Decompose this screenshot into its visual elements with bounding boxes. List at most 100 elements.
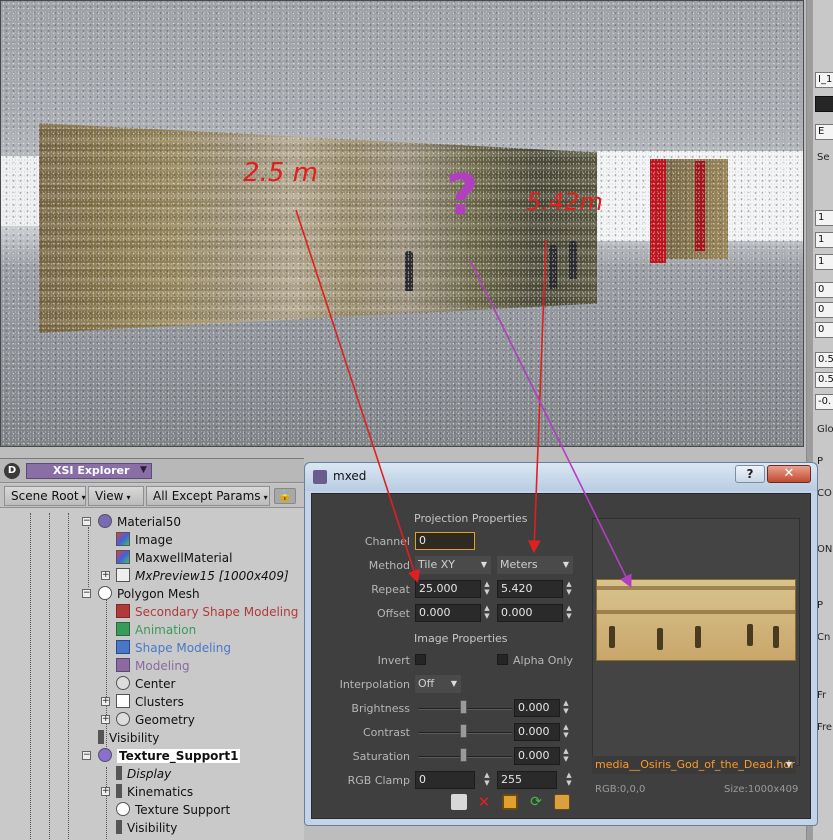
texture-thumbnail xyxy=(596,579,796,661)
offset-x-input[interactable]: 0.000 xyxy=(415,604,481,622)
tree-item-secondary-shape-modeling[interactable]: Secondary Shape Modeling xyxy=(116,603,298,621)
panel-field[interactable]: I_1 xyxy=(815,72,833,88)
tree-item-polygon-mesh[interactable]: Polygon Mesh xyxy=(98,585,200,603)
panel-field[interactable]: 1 xyxy=(815,210,833,226)
chevron-down-icon: ▼ xyxy=(562,560,569,569)
explorer-title-dropdown[interactable]: XSI Explorer xyxy=(26,463,152,479)
tree-item-label: Clusters xyxy=(135,695,184,709)
annotation-right-width: 5.42m xyxy=(526,188,603,216)
panel-field[interactable]: 0.5 xyxy=(815,372,833,388)
tree-item-image[interactable]: Image xyxy=(116,531,173,549)
chevron-down-icon: ▾ xyxy=(81,493,86,502)
texture-file-dropdown[interactable]: media__Osiris_God_of_the_Dead.hdr xyxy=(592,756,796,774)
panel-label: Fre xyxy=(817,722,833,733)
view-button[interactable]: View ▾ xyxy=(88,486,144,506)
panel-field[interactable]: E xyxy=(815,124,833,140)
tree-item-visibility-2[interactable]: Visibility xyxy=(116,819,177,837)
close-icon[interactable]: ✕ xyxy=(476,794,492,810)
folder-icon[interactable] xyxy=(451,794,467,810)
tree-item-center[interactable]: Center xyxy=(116,675,175,693)
dialog-titlebar[interactable]: mxed ? ✕ xyxy=(305,463,817,491)
tree-item-modeling[interactable]: Modeling xyxy=(116,657,190,675)
tree-item-label: Animation xyxy=(135,623,197,637)
chevron-down-icon[interactable]: ▼ xyxy=(140,465,147,475)
tree-item-texture-support1[interactable]: Texture_Support1 xyxy=(98,747,241,765)
help-button[interactable]: ? xyxy=(735,465,765,483)
panel-field[interactable]: 0.5 xyxy=(815,352,833,368)
panel-field[interactable]: 1 xyxy=(815,232,833,248)
filter-button[interactable]: All Except Params ▾ xyxy=(146,486,270,506)
brightness-slider-thumb[interactable] xyxy=(460,700,467,714)
collapse-toggle[interactable]: − xyxy=(82,517,91,526)
tree-item-animation[interactable]: Animation xyxy=(116,621,196,639)
lock-icon[interactable]: 🔒 xyxy=(274,488,296,504)
tree-item-kinematics[interactable]: Kinematics xyxy=(116,783,193,801)
panel-label: Cn xyxy=(817,632,831,643)
brightness-spinner[interactable]: ▲ ▼ xyxy=(561,699,571,717)
interpolation-dropdown[interactable]: Off ▼ xyxy=(415,675,461,693)
tree-item-geometry[interactable]: Geometry xyxy=(116,711,195,729)
panel-field[interactable]: 0 xyxy=(815,282,833,298)
saturation-slider-thumb[interactable] xyxy=(460,748,467,762)
contrast-input[interactable]: 0.000 xyxy=(514,723,560,741)
annotation-left-width: 2.5 m xyxy=(243,158,318,188)
channel-input[interactable]: 0 xyxy=(415,532,475,550)
close-button[interactable]: ✕ xyxy=(767,465,811,483)
method-dropdown[interactable]: Tile XY ▼ xyxy=(415,556,491,574)
tree-item-display[interactable]: Display xyxy=(116,765,171,783)
tree-item-label: Shape Modeling xyxy=(135,641,231,655)
copy-icon[interactable] xyxy=(554,794,570,810)
panel-field[interactable]: 1 xyxy=(815,254,833,270)
chevron-down-icon[interactable]: ▼ xyxy=(782,756,796,774)
render-viewport[interactable] xyxy=(0,0,804,447)
tree-item-visibility[interactable]: Visibility xyxy=(98,729,159,747)
tree-guide xyxy=(106,767,107,840)
panel-field[interactable]: 0 xyxy=(815,322,833,338)
tree-item-shape-modeling[interactable]: Shape Modeling xyxy=(116,639,231,657)
expand-toggle[interactable]: + xyxy=(101,787,110,796)
tree-item-texture-support[interactable]: Texture Support xyxy=(116,801,230,819)
rgb-clamp-max-input[interactable]: 255 xyxy=(497,771,557,789)
tree-item-label-selected: Texture_Support1 xyxy=(117,749,241,763)
scene-root-button[interactable]: Scene Root ▾ xyxy=(4,486,86,506)
repeat-y-input[interactable]: 5.420 xyxy=(497,580,563,598)
saturation-input[interactable]: 0.000 xyxy=(514,747,560,765)
property-icon xyxy=(98,730,104,744)
rgb-clamp-min-spinner[interactable]: ▲ ▼ xyxy=(482,771,492,789)
fit-frame-icon[interactable] xyxy=(502,794,518,810)
tree-item-label: Visibility xyxy=(127,821,178,835)
repeat-y-spinner[interactable]: ▲ ▼ xyxy=(564,580,574,598)
tree-item-maxwell-material[interactable]: MaxwellMaterial xyxy=(116,549,232,567)
panel-field[interactable]: 0 xyxy=(815,302,833,318)
alpha-only-checkbox[interactable] xyxy=(497,654,508,665)
tree-item-clusters[interactable]: Clusters xyxy=(116,693,184,711)
saturation-spinner[interactable]: ▲ ▼ xyxy=(561,747,571,765)
collapse-toggle[interactable]: − xyxy=(82,751,91,760)
repeat-x-input[interactable]: 25.000 xyxy=(415,580,481,598)
rgb-clamp-min-input[interactable]: 0 xyxy=(415,771,475,789)
offset-y-spinner[interactable]: ▲ ▼ xyxy=(564,604,574,622)
contrast-slider-thumb[interactable] xyxy=(460,724,467,738)
units-dropdown[interactable]: Meters ▼ xyxy=(497,556,573,574)
repeat-x-spinner[interactable]: ▲ ▼ xyxy=(482,580,492,598)
expand-toggle[interactable]: + xyxy=(101,697,110,706)
brightness-input[interactable]: 0.000 xyxy=(514,699,560,717)
panel-field[interactable]: -0. xyxy=(815,394,833,410)
collapse-toggle[interactable]: − xyxy=(82,589,91,598)
rgb-readout: RGB:0,0,0 xyxy=(595,784,646,795)
tree-item-material50[interactable]: Material50 xyxy=(98,513,181,531)
invert-checkbox[interactable] xyxy=(415,654,426,665)
rgb-clamp-max-spinner[interactable]: ▲ ▼ xyxy=(564,771,574,789)
contrast-spinner[interactable]: ▲ ▼ xyxy=(561,723,571,741)
panel-field[interactable] xyxy=(815,96,833,112)
polygon-mesh-icon xyxy=(116,802,130,816)
stack-icon xyxy=(116,604,130,618)
tree-item-mxpreview[interactable]: MxPreview15 [1000x409] xyxy=(116,567,289,585)
offset-x-spinner[interactable]: ▲ ▼ xyxy=(482,604,492,622)
expand-toggle[interactable]: + xyxy=(101,571,110,580)
refresh-icon[interactable]: ⟳ xyxy=(528,794,544,810)
rgb-clamp-label: RGB Clamp xyxy=(347,774,410,787)
offset-y-input[interactable]: 0.000 xyxy=(497,604,563,622)
tree-item-label: Polygon Mesh xyxy=(117,587,200,601)
expand-toggle[interactable]: + xyxy=(101,715,110,724)
